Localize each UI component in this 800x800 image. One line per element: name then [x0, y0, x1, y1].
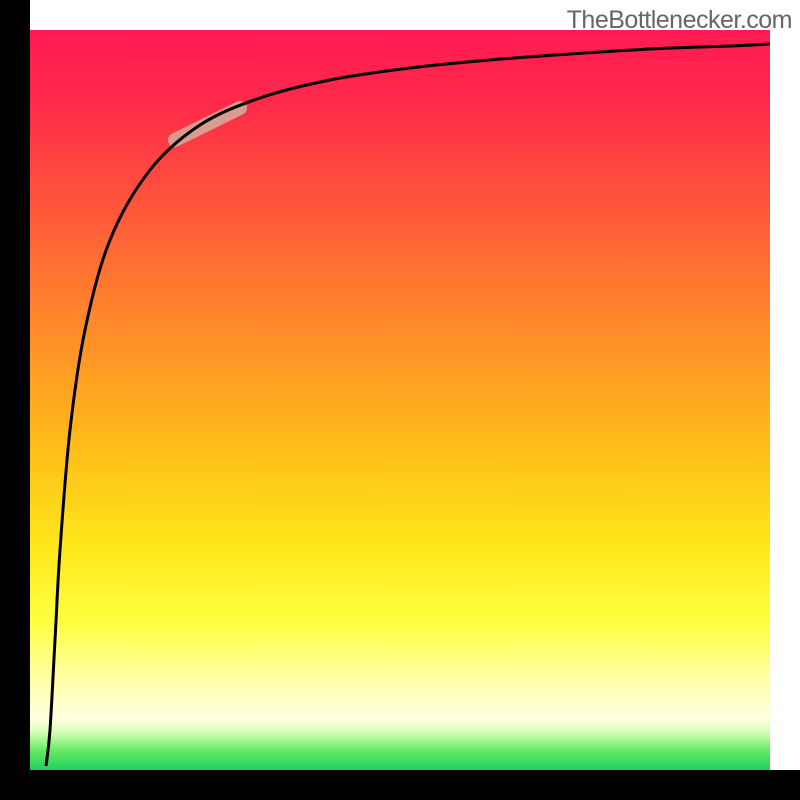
curve-layer: [30, 30, 770, 770]
x-axis: [0, 770, 800, 800]
chart-container: TheBottlenecker.com: [0, 0, 800, 800]
watermark-text: TheBottlenecker.com: [567, 6, 792, 35]
y-axis: [0, 0, 30, 770]
main-curve: [46, 44, 770, 766]
